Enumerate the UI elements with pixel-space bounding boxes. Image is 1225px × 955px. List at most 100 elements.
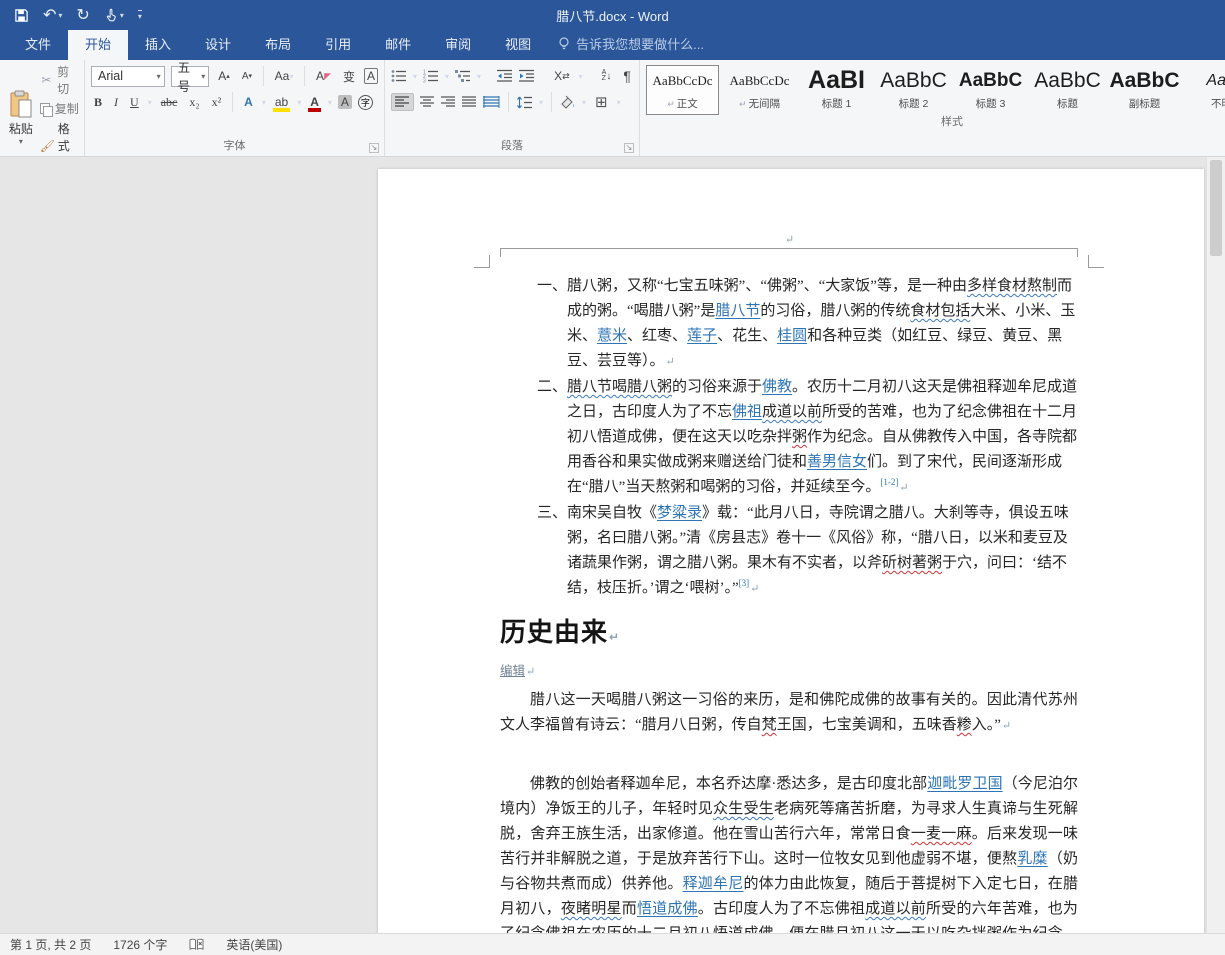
style-title[interactable]: AaBbC 标题 (1031, 65, 1104, 115)
save-button[interactable] (14, 8, 29, 23)
copy-button[interactable]: 复制 (40, 100, 80, 117)
page-indicator[interactable]: 第 1 页, 共 2 页 (10, 936, 91, 953)
paragraph-dialog-launcher[interactable]: ↘ (624, 143, 634, 153)
tab-mailings[interactable]: 邮件 (368, 28, 428, 60)
tab-design[interactable]: 设计 (188, 28, 248, 60)
tab-file[interactable]: 文件 (8, 28, 68, 60)
font-dialog-launcher[interactable]: ↘ (369, 143, 379, 153)
asian-layout-dropdown-icon[interactable]: ▾ (579, 72, 583, 81)
highlight-dropdown-icon[interactable]: ▾ (297, 98, 301, 107)
clipboard-group: 粘贴 ▾ ✂剪切 复制 🖌格式刷 剪贴板↘ (0, 60, 85, 156)
character-shading-button[interactable]: A (338, 95, 352, 109)
lightbulb-icon (558, 37, 570, 51)
borders-dropdown-icon[interactable]: ▾ (617, 98, 621, 107)
touch-mode-button[interactable]: ▾ (104, 8, 124, 23)
paste-dropdown-icon[interactable]: ▾ (19, 137, 23, 146)
decrease-indent-button[interactable] (497, 69, 513, 83)
strikethrough-button[interactable]: abc (158, 93, 181, 112)
paragraph[interactable]: 腊八这一天喝腊八粥这一习俗的来历，是和佛陀成佛的故事有关的。因此清代苏州文人李福… (500, 688, 1078, 739)
paste-button[interactable]: 粘贴 ▾ (4, 63, 38, 157)
superscript-button[interactable]: x² (209, 93, 225, 112)
phonetic-guide-button[interactable]: 变 (340, 66, 358, 87)
italic-button[interactable]: I (111, 93, 121, 112)
align-center-button[interactable] (420, 96, 435, 108)
distribute-button[interactable] (483, 96, 500, 108)
subscript-button[interactable]: x₂ (186, 93, 202, 112)
grow-font-button[interactable]: A▴ (215, 67, 233, 85)
style-normal[interactable]: AaBbCcDc ↵正文 (646, 65, 719, 115)
bullet-list-button[interactable] (391, 69, 407, 83)
paragraph[interactable]: 佛教的创始者释迦牟尼，本名乔达摩·悉达多，是古印度北部迦毗罗卫国（今尼泊尔境内）… (500, 772, 1078, 933)
format-painter-button[interactable]: 🖌格式刷 (40, 120, 80, 157)
font-name-combobox[interactable]: Arial▾ (91, 66, 165, 87)
enclose-characters-button[interactable]: 字 (358, 95, 373, 110)
style-heading3[interactable]: AaBbC 标题 3 (954, 65, 1027, 115)
save-icon (14, 8, 29, 23)
numbered-list-button[interactable]: 123 (423, 69, 439, 83)
customize-qat-button[interactable]: ▾ (138, 10, 142, 21)
tab-insert[interactable]: 插入 (128, 28, 188, 60)
cut-button[interactable]: ✂剪切 (40, 63, 80, 97)
ribbon-tab-row: 文件 开始 插入 设计 布局 引用 邮件 审阅 视图 告诉我您想要做什么... (0, 30, 1225, 60)
align-left-button[interactable] (391, 93, 414, 111)
multilevel-list-button[interactable] (455, 69, 471, 83)
shading-button[interactable] (560, 95, 576, 109)
tab-home[interactable]: 开始 (68, 28, 128, 60)
styles-group: AaBbCcDc ↵正文 AaBbCcDc ↵无间隔 AaBI 标题 1 AaB… (640, 60, 1225, 156)
style-heading2[interactable]: AaBbC 标题 2 (877, 65, 950, 115)
scrollbar-thumb[interactable] (1210, 160, 1222, 256)
increase-indent-button[interactable] (519, 69, 535, 83)
style-subtle-emphasis[interactable]: AaB 不明 (1185, 65, 1225, 115)
underline-button[interactable]: U (127, 93, 142, 112)
vertical-scrollbar[interactable] (1206, 157, 1225, 933)
list-item[interactable]: 二、腊八节喝腊八粥的习俗来源于佛教。农历十二月初八这天是佛祖释迦牟尼成道之日，古… (537, 375, 1078, 501)
line-spacing-dropdown-icon[interactable]: ▾ (539, 98, 543, 107)
change-case-button[interactable]: Aa▾ (272, 67, 297, 85)
highlight-color-button[interactable]: ab (272, 93, 291, 111)
document-body[interactable]: ↵ 一、腊八粥，又称“七宝五味粥”、“佛粥”、“大家饭”等，是一种由多样食材熬制… (378, 169, 1204, 933)
font-color-button[interactable]: A (307, 93, 322, 111)
character-border-button[interactable]: A (364, 68, 378, 84)
underline-dropdown-icon[interactable]: ▾ (148, 98, 152, 107)
numbered-list-dropdown-icon[interactable]: ▾ (445, 72, 449, 81)
list-item[interactable]: 三、南宋吴自牧《梦粱录》载：“此月八日，寺院谓之腊八。大刹等寺，俱设五味粥，名曰… (537, 501, 1078, 602)
font-group-label: 字体↘ (89, 139, 380, 156)
tab-layout[interactable]: 布局 (248, 28, 308, 60)
list-item[interactable]: 一、腊八粥，又称“七宝五味粥”、“佛粥”、“大家饭”等，是一种由多样食材熬制而成… (537, 274, 1078, 375)
justify-button[interactable] (462, 96, 477, 108)
style-no-spacing[interactable]: AaBbCcDc ↵无间隔 (723, 65, 796, 115)
align-right-button[interactable] (441, 96, 456, 108)
clear-formatting-button[interactable]: A◤ (313, 67, 334, 85)
sort-button[interactable]: AZ↓ (599, 68, 615, 84)
language-indicator[interactable]: 英语(美国) (226, 936, 282, 953)
text-effects-button[interactable]: A (241, 93, 256, 111)
word-count[interactable]: 1726 个字 (113, 936, 167, 953)
line-spacing-button[interactable] (517, 96, 533, 109)
multilevel-list-dropdown-icon[interactable]: ▾ (477, 72, 481, 81)
show-marks-button[interactable]: ¶ (620, 66, 634, 86)
edit-link[interactable]: 编辑 (500, 664, 525, 678)
paragraph-style-icon: ↵ (667, 99, 675, 109)
proofing-status[interactable] (189, 938, 204, 951)
tell-me-box[interactable]: 告诉我您想要做什么... (548, 28, 714, 60)
tab-review[interactable]: 审阅 (428, 28, 488, 60)
undo-button[interactable]: ↶▾ (43, 5, 62, 25)
tab-references[interactable]: 引用 (308, 28, 368, 60)
tab-view[interactable]: 视图 (488, 28, 548, 60)
redo-button[interactable]: ↻ (76, 5, 89, 25)
borders-button[interactable]: ⊞ (592, 91, 611, 113)
bold-button[interactable]: B (91, 93, 105, 112)
asian-layout-button[interactable]: X⇄ (551, 67, 573, 85)
text-effects-dropdown-icon[interactable]: ▾ (262, 98, 266, 107)
style-heading1[interactable]: AaBI 标题 1 (800, 65, 873, 115)
bullet-list-dropdown-icon[interactable]: ▾ (413, 72, 417, 81)
font-color-dropdown-icon[interactable]: ▾ (328, 98, 332, 107)
undo-dropdown-icon[interactable]: ▾ (58, 11, 62, 20)
page[interactable]: ↵ 一、腊八粥，又称“七宝五味粥”、“佛粥”、“大家饭”等，是一种由多样食材熬制… (378, 169, 1204, 933)
shading-dropdown-icon[interactable]: ▾ (582, 98, 586, 107)
paragraph-group-label: 段落↘ (389, 139, 635, 156)
font-size-combobox[interactable]: 五号▾ (171, 66, 210, 87)
touch-mode-dropdown-icon[interactable]: ▾ (120, 11, 124, 20)
style-subtitle[interactable]: AaBbC 副标题 (1108, 65, 1181, 115)
shrink-font-button[interactable]: A▾ (239, 69, 255, 84)
